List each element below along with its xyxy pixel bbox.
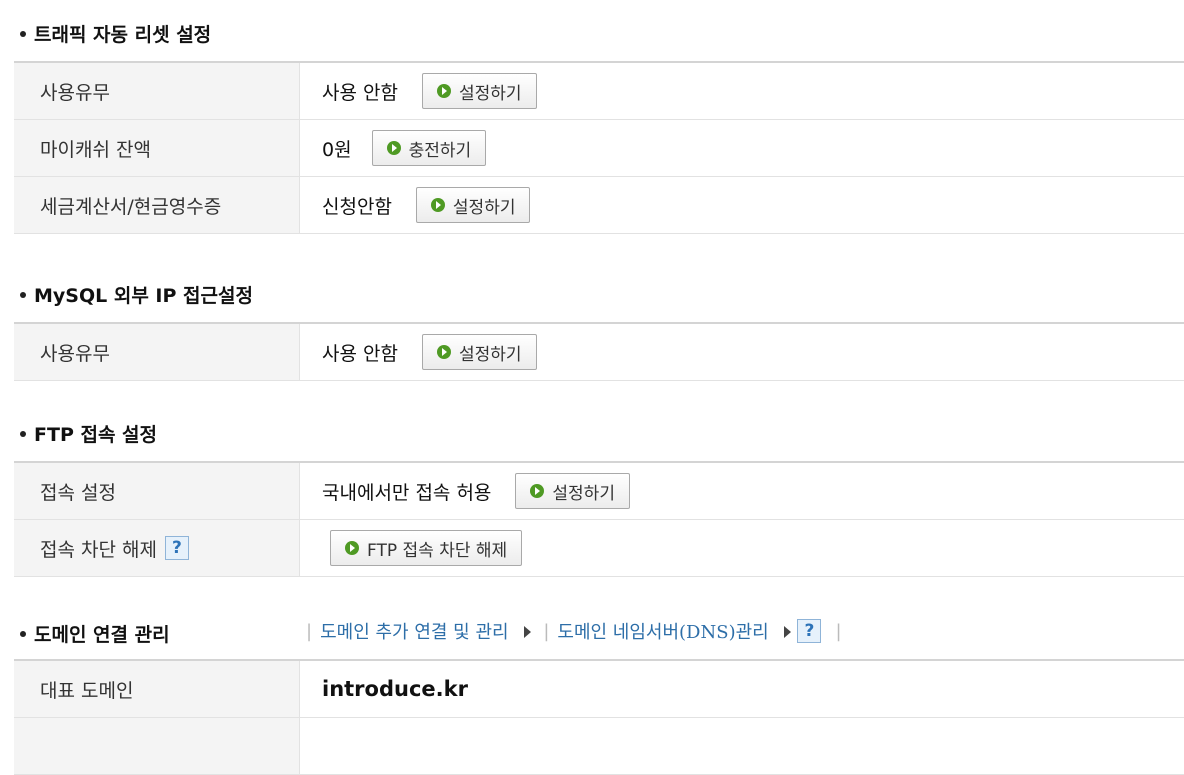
row-label [14, 718, 300, 774]
row-value: 신청안함 [322, 195, 392, 218]
tax-invoice-settings-button[interactable]: 설정하기 [415, 187, 531, 223]
table-row: 접속 차단 해제 ? FTP 접속 차단 해제 [14, 520, 1184, 577]
traffic-usage-settings-button[interactable]: 설정하기 [421, 73, 537, 109]
green-circle-arrow-icon [430, 198, 445, 212]
traffic-table: 사용유무 사용 안함 설정하기 마이캐쉬 잔액 0원 충전하기 세금계산서/현금… [14, 61, 1184, 234]
bullet-icon [20, 30, 26, 37]
ftp-access-settings-button[interactable]: 설정하기 [515, 473, 630, 509]
link-label: 도메인 네임서버(DNS)관리 [557, 622, 769, 643]
mycash-charge-button[interactable]: 충전하기 [371, 130, 487, 166]
divider: | [306, 620, 313, 642]
divider: | [835, 620, 842, 642]
section-title-text: 도메인 연결 관리 [34, 624, 170, 646]
section-title-mysql: MySQL 외부 IP 접근설정 [20, 281, 253, 308]
row-value-cell: 신청안함 설정하기 [300, 177, 1184, 233]
section-title-traffic: 트래픽 자동 리셋 설정 [20, 20, 211, 47]
row-value: 국내에서만 접속 허용 [322, 481, 492, 504]
row-label: 마이캐쉬 잔액 [14, 120, 300, 176]
button-label: 설정하기 [552, 483, 615, 504]
domain-dns-link[interactable]: 도메인 네임서버(DNS)관리 [557, 618, 792, 644]
row-label-cell: 접속 차단 해제 ? [14, 520, 300, 576]
link-label: 도메인 추가 연결 및 관리 [320, 622, 509, 643]
section-title-text: MySQL 외부 IP 접근설정 [34, 285, 253, 307]
button-label: 충전하기 [408, 140, 472, 161]
table-row: 접속 설정 국내에서만 접속 허용 설정하기 [14, 463, 1184, 520]
row-value-cell: FTP 접속 차단 해제 [300, 520, 1184, 576]
domain-links-bar: | 도메인 추가 연결 및 관리 | 도메인 네임서버(DNS)관리 ? | [298, 618, 850, 644]
ftp-table: 접속 설정 국내에서만 접속 허용 설정하기 접속 차단 해제 ? FTP 접속… [14, 461, 1184, 577]
question-icon[interactable]: ? [164, 536, 189, 560]
row-label: 사용유무 [14, 324, 300, 380]
primary-domain-value: introduce.kr [322, 677, 468, 701]
green-circle-arrow-icon [530, 484, 545, 498]
button-label: 설정하기 [458, 83, 522, 104]
row-label: 세금계산서/현금영수증 [14, 177, 300, 233]
section-title-text: 트래픽 자동 리셋 설정 [34, 24, 212, 46]
section-title-domain: 도메인 연결 관리 [20, 620, 170, 647]
row-label: 접속 차단 해제 [40, 538, 157, 561]
green-circle-arrow-icon [386, 141, 401, 155]
section-title-text: FTP 접속 설정 [34, 424, 158, 446]
button-label: FTP 접속 차단 해제 [367, 540, 508, 561]
button-label: 설정하기 [452, 197, 516, 218]
row-value-cell: 국내에서만 접속 허용 설정하기 [300, 463, 1184, 519]
row-value: 사용 안함 [322, 342, 398, 365]
divider: | [543, 620, 550, 642]
triangle-right-icon [524, 626, 532, 638]
domain-add-link[interactable]: 도메인 추가 연결 및 관리 [320, 618, 532, 644]
domain-table: 대표 도메인 introduce.kr [14, 659, 1184, 775]
row-value-cell: 사용 안함 설정하기 [300, 324, 1184, 380]
ftp-unblock-button[interactable]: FTP 접속 차단 해제 [330, 530, 523, 566]
row-value-cell [300, 718, 1184, 774]
triangle-right-icon [784, 626, 792, 638]
section-title-ftp: FTP 접속 설정 [20, 420, 157, 447]
row-label: 사용유무 [14, 63, 300, 119]
green-circle-arrow-icon [345, 541, 359, 555]
bullet-icon [20, 630, 26, 637]
green-circle-arrow-icon [436, 345, 451, 359]
mysql-settings-button[interactable]: 설정하기 [421, 334, 537, 370]
green-circle-arrow-icon [436, 84, 451, 98]
row-label: 접속 설정 [14, 463, 300, 519]
row-value: 사용 안함 [322, 81, 398, 104]
row-label: 대표 도메인 [14, 661, 300, 717]
question-icon[interactable]: ? [797, 619, 822, 643]
row-value-cell: 0원 충전하기 [300, 120, 1184, 176]
row-value: 0원 [322, 138, 352, 161]
table-row: 사용유무 사용 안함 설정하기 [14, 63, 1184, 120]
bullet-icon [20, 430, 26, 437]
mysql-table: 사용유무 사용 안함 설정하기 [14, 322, 1184, 381]
table-row: 사용유무 사용 안함 설정하기 [14, 324, 1184, 381]
table-row [14, 718, 1184, 775]
row-value-cell: introduce.kr [300, 661, 1184, 717]
button-label: 설정하기 [458, 344, 522, 365]
bullet-icon [20, 291, 26, 298]
table-row: 대표 도메인 introduce.kr [14, 661, 1184, 718]
table-row: 세금계산서/현금영수증 신청안함 설정하기 [14, 177, 1184, 234]
table-row: 마이캐쉬 잔액 0원 충전하기 [14, 120, 1184, 177]
row-value-cell: 사용 안함 설정하기 [300, 63, 1184, 119]
